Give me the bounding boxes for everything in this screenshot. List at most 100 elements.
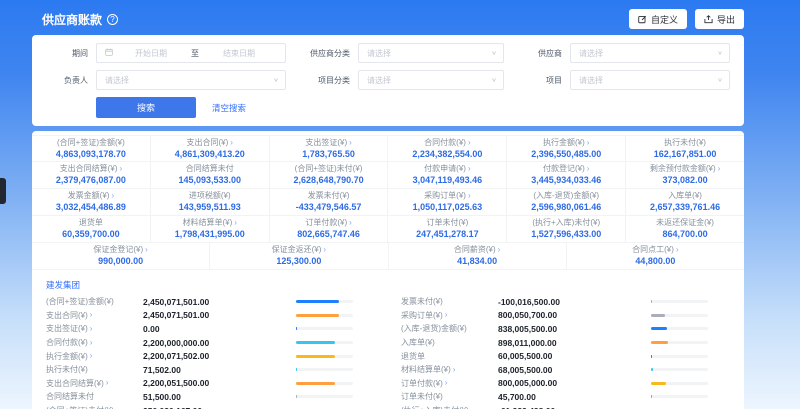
supplier-select[interactable]: 请选择 ∨ [570,43,730,63]
edit-square-icon [638,15,647,24]
metric-label-text: 退货单 [79,218,103,228]
metric-cell[interactable]: 支出合同(¥)›4,861,309,413.20 [151,136,270,161]
list-item-value: 68,005,500.00 [498,365,651,375]
metric-cell[interactable]: 采购订单(¥)›1,050,117,025.63 [388,189,507,215]
bar-chart [651,382,708,385]
list-item-value: 2,450,071,501.00 [143,310,296,320]
list-item-label: 订单未付(¥) [401,391,498,402]
list-item-value: 2,200,051,500.00 [143,378,296,388]
help-icon[interactable]: ? [107,14,118,25]
list-item[interactable]: 合同付款(¥)›2,200,000,000.00 [46,336,375,350]
metric-label-text: 保证金登记(¥) [93,245,143,255]
drilldown-arrow-icon: › [445,311,448,319]
list-item-value: -100,016,500.00 [498,297,651,307]
drilldown-arrow-icon: › [90,339,93,347]
list-item[interactable]: 材料结算单(¥)›68,005,500.00 [401,363,730,377]
metric-label-text: 支出签证(¥) [305,138,347,148]
list-item-label-text: 支出合同(¥) [46,310,88,321]
list-item: (执行+入库)未付(¥)-61,939,498.00 [401,404,730,409]
metric-label: 支出合同结算(¥)› [60,164,122,174]
period-range-input[interactable]: 开始日期 至 结束日期 [96,43,286,63]
drilldown-arrow-icon: › [349,219,352,227]
list-item-label: 订单付款(¥)› [401,378,498,389]
drilldown-arrow-icon: › [453,366,456,374]
metric-label: 支出签证(¥)› [305,138,351,148]
list-item: (合同+签证)金额(¥)2,450,071,501.00 [46,295,375,309]
drilldown-arrow-icon: › [106,379,109,387]
customize-button[interactable]: 自定义 [629,9,687,29]
bar-chart [651,341,708,344]
bar-chart [651,327,708,330]
drilldown-arrow-icon: › [468,139,471,147]
list-item[interactable]: 支出合同结算(¥)›2,200,051,500.00 [46,377,375,391]
metric-label: 执行未付(¥) [664,138,706,148]
bar-fill [651,327,667,330]
metric-cell: 发票未付(¥)-433,479,546.57 [270,189,389,215]
metric-value: 2,596,980,061.46 [531,202,601,213]
customize-label: 自定义 [651,13,678,26]
group-link[interactable]: 建发集团 [46,279,80,291]
metric-label: 材料结算单(¥)› [183,218,237,228]
export-button[interactable]: 导出 [695,9,744,29]
metric-label: 执行金额(¥)› [543,138,589,148]
filter-panel: 期间 开始日期 至 结束日期 供应商分类 请选择 ∨ 供应商 请选择 ∨ 负责人 [32,35,744,126]
bar-fill [651,355,652,358]
list-item[interactable]: 支出签证(¥)›0.00 [46,322,375,336]
metric-value: 864,700.00 [663,229,708,240]
list-item-label-text: 发票未付(¥) [401,296,443,307]
bar-chart [296,300,353,303]
drilldown-arrow-icon: › [323,246,326,254]
list-item[interactable]: 支出合同(¥)›2,450,071,501.00 [46,309,375,323]
drilldown-arrow-icon: › [718,165,721,173]
metric-cell[interactable]: 合同薪资(¥)›41,834.00 [389,243,567,269]
list-item-value: 2,200,000,000.00 [143,338,296,348]
period-label: 期间 [46,48,88,59]
list-item[interactable]: 订单付款(¥)›800,005,000.00 [401,377,730,391]
owner-select[interactable]: 请选择 ∨ [96,70,286,90]
bar-chart [296,327,353,330]
metric-cell[interactable]: 合同点工(¥)›44,800.00 [567,243,744,269]
metric-label: 合同薪资(¥)› [454,245,500,255]
drilldown-arrow-icon: › [468,192,471,200]
metric-cell[interactable]: 支出签证(¥)›1,783,765.50 [270,136,389,161]
metric-value: 990,000.00 [98,256,143,267]
drilldown-arrow-icon: › [145,246,148,254]
metric-cell[interactable]: 剩余预付款金额(¥)›373,082.00 [626,162,744,188]
metric-cell[interactable]: 执行金额(¥)›2,396,550,485.00 [507,136,626,161]
metric-label: 剩余预付款金额(¥)› [650,164,720,174]
list-item[interactable]: 执行金额(¥)›2,200,071,502.00 [46,349,375,363]
supplier-category-select[interactable]: 请选择 ∨ [358,43,504,63]
metric-cell[interactable]: 材料结算单(¥)›1,798,431,995.00 [151,216,270,242]
metric-label: 付款申请(¥)› [424,164,470,174]
metric-label: 合同付款(¥)› [424,138,470,148]
drilldown-arrow-icon: › [676,246,679,254]
metric-cell[interactable]: 合同付款(¥)›2,234,382,554.00 [388,136,507,161]
list-item-value: 71,502.00 [143,365,296,375]
metric-cell[interactable]: 付款登记(¥)›3,445,934,033.46 [507,162,626,188]
list-item[interactable]: 采购订单(¥)›800,050,700.00 [401,309,730,323]
project-category-select[interactable]: 请选择 ∨ [358,70,504,90]
metric-label-text: 剩余预付款金额(¥) [650,164,716,174]
metric-label: 合同点工(¥)› [632,245,678,255]
metric-value: 2,396,550,485.00 [531,149,601,160]
metric-cell[interactable]: 订单付款(¥)›802,665,747.46 [270,216,389,242]
metric-cell[interactable]: 保证金返还(¥)›125,300.00 [210,243,388,269]
clear-search-link[interactable]: 清空搜索 [212,102,246,114]
search-button[interactable]: 搜索 [96,97,196,118]
list-item: (入库-退货)金额(¥)838,005,500.00 [401,322,730,336]
bar-chart [296,314,353,317]
metric-label-text: 合同结算未付 [186,164,234,174]
metric-cell[interactable]: 保证金登记(¥)›990,000.00 [32,243,210,269]
list-item-label: (合同+签证)未付(¥) [46,405,143,409]
list-item-label: 合同付款(¥)› [46,337,143,348]
metric-cell[interactable]: 支出合同结算(¥)›2,379,476,087.00 [32,162,151,188]
metric-value: 4,863,093,178.70 [56,149,126,160]
drilldown-arrow-icon: › [468,165,471,173]
metric-cell[interactable]: 发票金额(¥)›3,032,454,486.89 [32,189,151,215]
calendar-icon [105,48,113,58]
project-select[interactable]: 请选择 ∨ [570,70,730,90]
metric-cell: 执行未付(¥)162,167,851.00 [626,136,744,161]
side-drawer-handle[interactable] [0,178,6,204]
metric-cell[interactable]: 付款申请(¥)›3,047,119,493.46 [388,162,507,188]
range-separator: 至 [191,48,199,59]
